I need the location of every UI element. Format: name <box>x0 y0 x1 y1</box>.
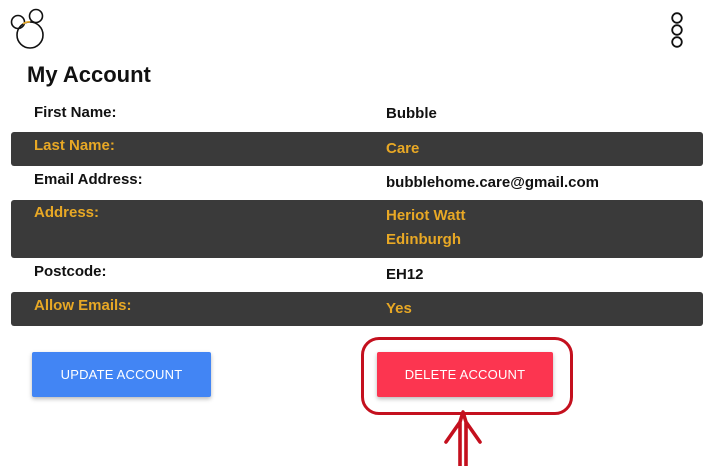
field-value-line-2: Edinburgh <box>386 231 461 248</box>
field-value: EH12 <box>386 266 424 283</box>
bubbles-logo-icon[interactable] <box>5 5 49 51</box>
up-arrow-annotation-icon <box>444 410 482 466</box>
field-row-allow-emails: Allow Emails: Yes <box>11 292 703 326</box>
field-label: Email Address: <box>34 171 143 188</box>
field-row-postcode: Postcode: EH12 <box>11 261 703 291</box>
page-title: My Account <box>27 62 151 87</box>
field-row-email: Email Address: bubblehome.care@gmail.com <box>11 169 703 199</box>
field-label: First Name: <box>34 104 117 121</box>
field-value-line-1: Heriot Watt <box>386 207 466 224</box>
field-label: Address: <box>34 204 100 221</box>
kebab-menu-icon[interactable] <box>667 11 687 49</box>
field-row-first-name: First Name: Bubble <box>11 101 703 131</box>
field-label: Allow Emails: <box>34 297 132 314</box>
field-value: bubblehome.care@gmail.com <box>386 174 600 191</box>
field-row-last-name: Last Name: Care <box>11 132 703 166</box>
field-label: Postcode: <box>34 263 107 280</box>
field-row-address: Address: Heriot Watt Edinburgh <box>11 200 703 258</box>
field-label: Last Name: <box>34 137 115 154</box>
field-value: Bubble <box>386 105 437 122</box>
field-value: Yes <box>386 300 412 317</box>
update-account-button[interactable]: UPDATE ACCOUNT <box>32 352 211 397</box>
field-value: Care <box>386 140 420 157</box>
delete-account-button[interactable]: DELETE ACCOUNT <box>377 352 553 397</box>
